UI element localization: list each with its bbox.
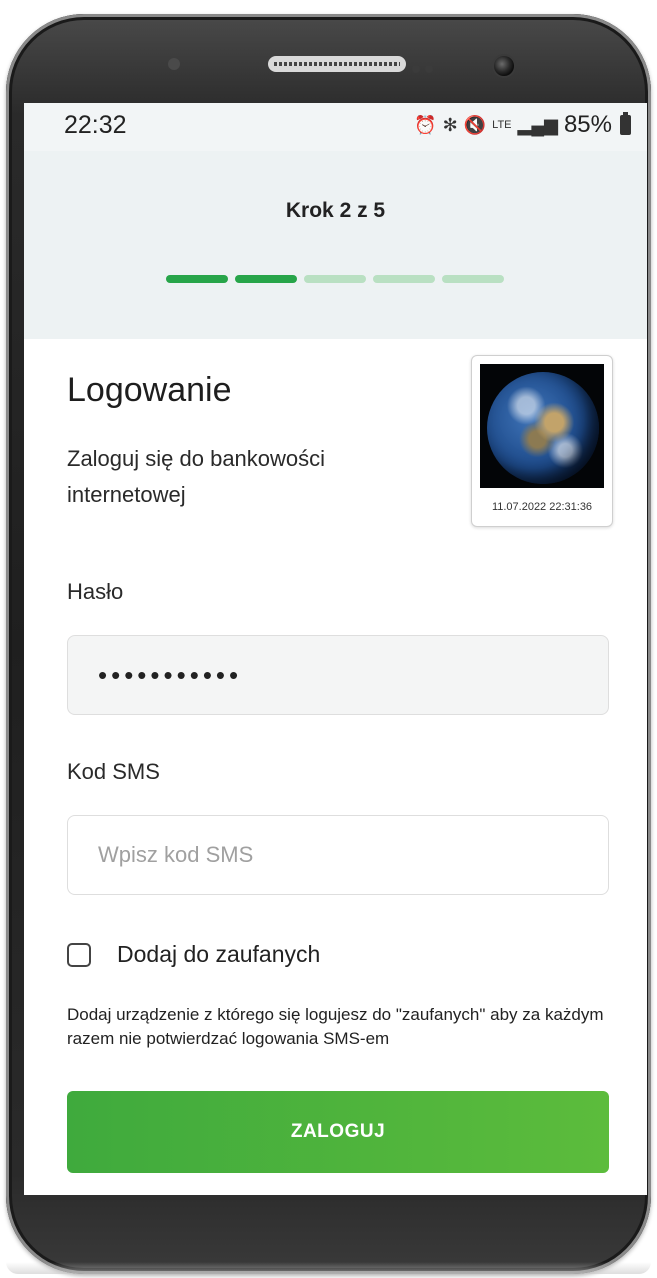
trusted-device-info: Dodaj urządzenie z którego się logujesz … <box>67 1005 604 1048</box>
page-title: Logowanie <box>67 371 232 409</box>
trusted-device-row[interactable]: Dodaj do zaufanych <box>67 941 320 968</box>
lte-icon: LTE <box>492 119 512 131</box>
step-title: Krok 2 z 5 <box>285 199 386 222</box>
step-progress-bar <box>166 275 504 283</box>
signal-icon: ▂▄▆ <box>517 114 558 135</box>
front-camera <box>492 54 516 78</box>
phone-bottom-edge <box>6 1262 651 1274</box>
status-bar: 22:32 ⏰ ✻ 🔇 LTE ▂▄▆ 85% <box>24 103 647 151</box>
mute-icon: 🔇 <box>463 114 487 135</box>
login-button[interactable]: ZALOGUJ <box>67 1091 609 1173</box>
security-image <box>480 364 604 488</box>
progress-segment-2 <box>235 275 297 283</box>
step-header: Krok 2 z 5 <box>24 151 647 339</box>
bluetooth-icon: ✻ <box>442 114 458 135</box>
security-image-card: 11.07.2022 22:31:36 <box>471 355 613 527</box>
status-time: 22:32 <box>64 111 127 139</box>
earth-globe-image <box>487 372 599 484</box>
earpiece-speaker <box>268 56 406 72</box>
proximity-sensor <box>168 58 180 70</box>
password-input[interactable]: ••••••••••• <box>67 635 609 715</box>
page-subtitle: Zaloguj się do bankowości internetowej <box>67 446 326 507</box>
sensor-dots <box>412 60 442 73</box>
password-label: Hasło <box>67 579 124 604</box>
alarm-icon: ⏰ <box>414 114 437 135</box>
phone-top-bezel <box>0 54 657 78</box>
sms-code-input[interactable]: Wpisz kod SMS <box>67 815 609 895</box>
sms-code-label: Kod SMS <box>67 759 160 784</box>
progress-segment-1 <box>166 275 228 283</box>
phone-screen: 22:32 ⏰ ✻ 🔇 LTE ▂▄▆ 85% Krok 2 z 5 Logow… <box>24 103 647 1195</box>
trusted-device-checkbox[interactable] <box>67 942 91 967</box>
security-image-date: 11.07.2022 22:31:36 <box>491 501 593 513</box>
progress-segment-4 <box>373 275 435 283</box>
battery-percent: 85% <box>563 111 612 138</box>
trusted-device-label[interactable]: Dodaj do zaufanych <box>117 941 320 968</box>
status-icons: ⏰ ✻ 🔇 LTE ▂▄▆ 85% <box>414 111 631 139</box>
battery-icon <box>620 112 631 135</box>
progress-segment-3 <box>304 275 366 283</box>
progress-segment-5 <box>442 275 504 283</box>
